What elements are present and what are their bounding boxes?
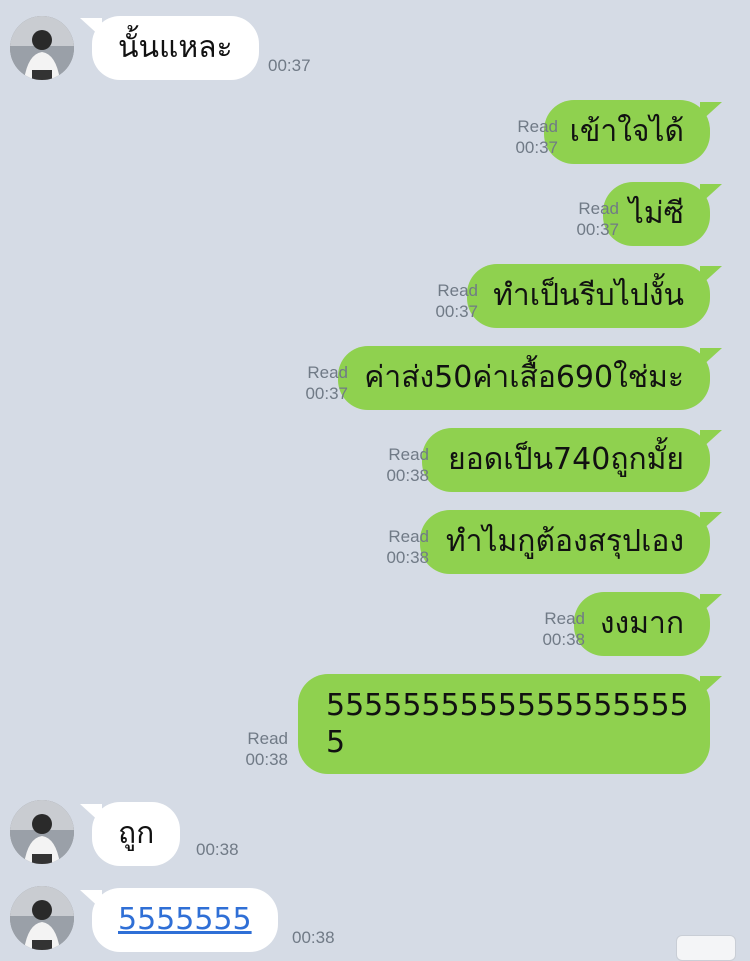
- message-time: 00:38: [196, 840, 239, 859]
- message-time: 00:37: [435, 302, 478, 321]
- read-status: Read: [247, 729, 288, 748]
- outgoing-message-bubble[interactable]: ค่าส่ง50ค่าเสื้อ690ใช่มะ: [338, 346, 722, 410]
- message-meta: Read 00:38: [386, 444, 429, 486]
- read-status: Read: [307, 363, 348, 382]
- message-meta: Read 00:37: [576, 198, 619, 240]
- contact-avatar[interactable]: [10, 16, 74, 80]
- avatar-photo-icon: [10, 886, 74, 950]
- message-text: ยอดเป็น740ถูกมั้ย: [448, 442, 684, 477]
- message-text: นั้นแหละ: [118, 30, 233, 65]
- scroll-to-bottom-button[interactable]: [676, 935, 736, 961]
- message-text: เข้าใจได้: [569, 114, 684, 149]
- incoming-message-bubble[interactable]: ถูก: [79, 802, 181, 866]
- message-meta: Read 00:38: [245, 728, 288, 770]
- message-text: ถูก: [118, 816, 155, 851]
- message-link[interactable]: 5555555: [118, 902, 252, 937]
- message-text: ค่าส่ง50ค่าเสื้อ690ใช่มะ: [364, 360, 684, 395]
- avatar-photo-icon: [10, 16, 74, 80]
- read-status: Read: [578, 199, 619, 218]
- outgoing-message-bubble[interactable]: ทำเป็นรีบไปงั้น: [467, 264, 722, 328]
- message-text: ไม่ซี: [628, 196, 684, 231]
- message-time: 00:38: [245, 750, 288, 769]
- message-meta: Read 00:37: [305, 362, 348, 404]
- message-time: 00:37: [268, 56, 311, 75]
- outgoing-message-bubble[interactable]: ทำไมกูต้องสรุปเอง: [419, 510, 723, 574]
- read-status: Read: [388, 445, 429, 464]
- outgoing-message-bubble[interactable]: งงมาก: [573, 592, 723, 656]
- outgoing-message-bubble[interactable]: เข้าใจได้: [543, 100, 723, 164]
- message-time: 00:37: [515, 138, 558, 157]
- message-text: งงมาก: [599, 606, 684, 641]
- read-status: Read: [388, 527, 429, 546]
- read-status: Read: [437, 281, 478, 300]
- message-time: 00:37: [576, 220, 619, 239]
- message-meta: Read 00:37: [435, 280, 478, 322]
- message-meta: Read 00:38: [542, 608, 585, 650]
- outgoing-message-bubble[interactable]: 5555555555555555555 5: [298, 674, 722, 774]
- avatar-photo-icon: [10, 800, 74, 864]
- outgoing-message-bubble[interactable]: ยอดเป็น740ถูกมั้ย: [422, 428, 722, 492]
- contact-avatar[interactable]: [10, 886, 74, 950]
- incoming-message-bubble[interactable]: นั้นแหละ: [80, 16, 259, 80]
- message-text: ทำไมกูต้องสรุปเอง: [445, 524, 684, 559]
- read-status: Read: [517, 117, 558, 136]
- incoming-message-bubble[interactable]: 5555555: [80, 888, 278, 952]
- message-text: ทำเป็นรีบไปงั้น: [493, 278, 684, 313]
- message-time: 00:37: [305, 384, 348, 403]
- message-text-line: 5: [326, 725, 346, 760]
- message-meta: Read 00:37: [515, 116, 558, 158]
- message-meta: Read 00:38: [386, 526, 429, 568]
- read-status: Read: [544, 609, 585, 628]
- message-time: 00:38: [386, 466, 429, 485]
- contact-avatar[interactable]: [10, 800, 74, 864]
- chat-area: นั้นแหละ 00:37 เข้าใจได้ Read 00:37 ไม่ซ…: [0, 0, 750, 961]
- message-time: 00:38: [386, 548, 429, 567]
- message-time: 00:38: [292, 928, 335, 947]
- message-text-line: 5555555555555555555: [326, 688, 689, 723]
- message-time: 00:38: [542, 630, 585, 649]
